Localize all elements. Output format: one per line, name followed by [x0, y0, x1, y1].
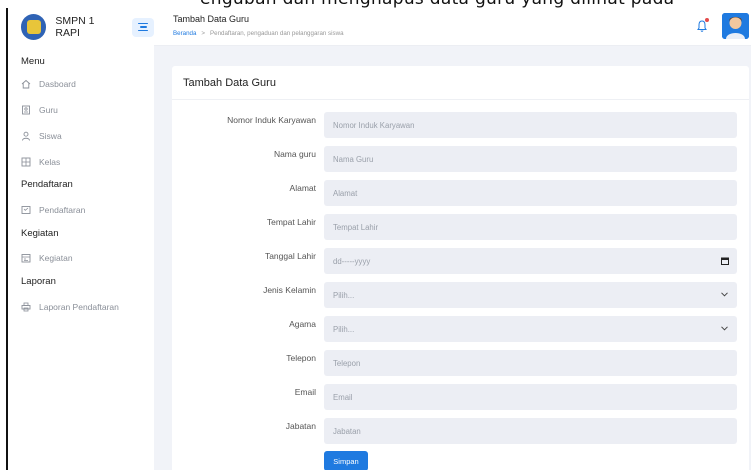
home-icon	[21, 79, 31, 89]
page-caption: engubah dan menghapus data guru yang dil…	[200, 0, 674, 8]
sidebar-item-label: Kegiatan	[39, 253, 73, 263]
input-placeholder: Nama Guru	[333, 154, 374, 164]
field-label: Telepon	[286, 353, 316, 363]
sidebar-item-dasboard[interactable]: Dasboard	[8, 76, 154, 92]
nama-guru-input[interactable]: Nama Guru	[324, 146, 737, 172]
sidebar-item-siswa[interactable]: Siswa	[8, 128, 154, 144]
printer-icon	[21, 302, 31, 312]
notification-dot	[705, 18, 709, 22]
field-label: Tempat Lahir	[266, 217, 316, 227]
calendar-picker-icon[interactable]	[721, 257, 729, 265]
sidebar-item-label: Laporan Pendaftaran	[39, 302, 119, 312]
select-value: Pilih...	[333, 290, 355, 300]
sidebar-item-kelas[interactable]: Kelas	[8, 154, 154, 170]
chevron-down-icon	[721, 326, 728, 331]
form-row-jabatan: Jabatan Jabatan	[172, 418, 749, 444]
card-title: Tambah Data Guru	[183, 76, 276, 89]
field-label: Tanggal Lahir	[264, 251, 316, 261]
field-label: Jabatan	[285, 421, 316, 431]
telepon-input[interactable]: Telepon	[324, 350, 737, 376]
breadcrumb-current: Pendaftaran, pengaduan dan pelanggaran s…	[210, 30, 344, 37]
calendar-icon	[21, 253, 31, 263]
input-placeholder: dd-----yyyy	[333, 256, 371, 266]
form-row-email: Email Email	[172, 384, 749, 410]
brand: SMPN 1 RAPI	[8, 8, 154, 46]
chevron-down-icon	[721, 292, 728, 297]
sidebar-item-label: Pendaftaran	[39, 205, 86, 215]
form-row-alamat: Alamat Alamat	[172, 180, 749, 206]
card-header: Tambah Data Guru	[172, 66, 749, 100]
brand-name: SMPN 1 RAPI	[55, 15, 95, 39]
input-placeholder: Jabatan	[333, 426, 361, 436]
sidebar-item-guru[interactable]: Guru	[8, 102, 154, 118]
field-label: Nama guru	[273, 149, 316, 159]
school-logo-icon	[21, 14, 47, 40]
form-row-nik: Nomor Induk Karyawan Nomor Induk Karyawa…	[172, 112, 749, 138]
agama-select[interactable]: Pilih...	[324, 316, 737, 342]
section-laporan: Laporan	[21, 276, 56, 287]
sidebar-toggle-button[interactable]	[132, 17, 154, 37]
breadcrumb: Beranda > Pendaftaran, pengaduan dan pelan…	[173, 30, 344, 37]
section-pendaftaran: Pendaftaran	[21, 179, 73, 190]
field-label: Agama	[289, 319, 316, 329]
input-placeholder: Nomor Induk Karyawan	[333, 120, 415, 130]
page-title: Tambah Data Guru	[173, 14, 250, 24]
input-placeholder: Alamat	[333, 188, 358, 198]
id-card-icon	[21, 105, 31, 115]
breadcrumb-separator: >	[201, 30, 206, 37]
jenis-kelamin-select[interactable]: Pilih...	[324, 282, 737, 308]
field-label: Nomor Induk Karyawan	[227, 115, 316, 125]
sidebar-item-label: Dasboard	[39, 79, 76, 89]
form-row-nama: Nama guru Nama Guru	[172, 146, 749, 172]
form-card: Tambah Data Guru Nomor Induk Karyawan No…	[172, 66, 749, 470]
input-placeholder: Email	[333, 392, 353, 402]
app-window: SMPN 1 RAPI Menu Dasboard Guru Siswa Kel…	[6, 8, 751, 470]
field-label: Email	[294, 387, 316, 397]
form-row-tempat-lahir: Tempat Lahir Tempat Lahir	[172, 214, 749, 240]
form-row-telepon: Telepon Telepon	[172, 350, 749, 376]
breadcrumb-home-link[interactable]: Beranda	[173, 30, 196, 37]
email-input[interactable]: Email	[324, 384, 737, 410]
input-placeholder: Telepon	[333, 358, 361, 368]
sidebar: SMPN 1 RAPI Menu Dasboard Guru Siswa Kel…	[8, 8, 154, 470]
form-row-jenis-kelamin: Jenis Kelamin Pilih...	[172, 282, 749, 308]
form-row-tanggal-lahir: Tanggal Lahir dd-----yyyy	[172, 248, 749, 274]
alamat-input[interactable]: Alamat	[324, 180, 737, 206]
tempat-lahir-input[interactable]: Tempat Lahir	[324, 214, 737, 240]
jabatan-input[interactable]: Jabatan	[324, 418, 737, 444]
avatar[interactable]	[722, 13, 749, 39]
section-menu: Menu	[21, 56, 45, 67]
select-value: Pilih...	[333, 324, 355, 334]
top-header: Tambah Data Guru Beranda > Pendaftaran, pe…	[154, 8, 751, 46]
grid-icon	[21, 157, 31, 167]
form-icon	[21, 205, 31, 215]
field-label: Alamat	[289, 183, 316, 193]
tanggal-lahir-date-input[interactable]: dd-----yyyy	[324, 248, 737, 274]
sidebar-item-kegiatan[interactable]: Kegiatan	[8, 250, 154, 266]
sidebar-item-laporan-pendaftaran[interactable]: Laporan Pendaftaran	[8, 299, 154, 315]
sidebar-item-label: Siswa	[39, 131, 62, 141]
sidebar-item-label: Kelas	[39, 157, 61, 167]
simpan-button[interactable]: Simpan	[324, 451, 368, 470]
field-label: Jenis Kelamin	[263, 285, 316, 295]
form-row-agama: Agama Pilih...	[172, 316, 749, 342]
input-placeholder: Tempat Lahir	[333, 222, 379, 232]
nik-input[interactable]: Nomor Induk Karyawan	[324, 112, 737, 138]
user-icon	[21, 131, 31, 141]
sidebar-item-label: Guru	[39, 105, 58, 115]
sidebar-item-pendaftaran[interactable]: Pendaftaran	[8, 202, 154, 218]
section-kegiatan: Kegiatan	[21, 228, 59, 239]
